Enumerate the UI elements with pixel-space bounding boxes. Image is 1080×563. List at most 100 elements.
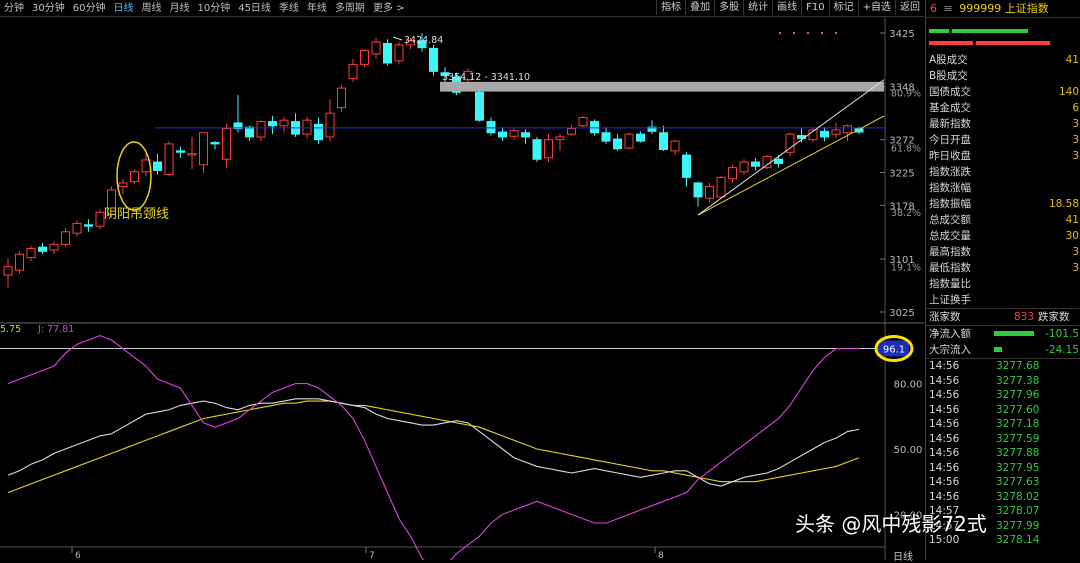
day-button[interactable]: 日线 (893, 548, 913, 563)
down-count-label: 跌家数 (1038, 311, 1070, 323)
stat-label: 最新指数 (929, 118, 971, 130)
tab-10[interactable]: 多周期 (331, 2, 369, 16)
tab-8[interactable]: 季线 (275, 2, 303, 16)
marker-dot (834, 31, 838, 35)
annotation-text: 阴阳吊颈线 (104, 207, 169, 222)
tick-time: 14:56 (929, 461, 960, 474)
flow-bar (994, 331, 1034, 336)
stat-value: 3 (1072, 118, 1079, 130)
stat-value: 3 (1072, 134, 1079, 146)
stat-row: A股成交 41 (926, 52, 1080, 68)
flow-label: 净流入额 (929, 328, 971, 340)
marker-dot (792, 31, 796, 35)
up-count-value: 833 (1014, 311, 1035, 323)
tool-button-4[interactable]: 画线 (772, 0, 801, 15)
stat-row: 最低指数 3 (926, 260, 1080, 276)
candle-body (279, 119, 289, 127)
flows-list: 净流入额 -101.5 大宗流入 -24.15 (926, 325, 1080, 358)
tab-7[interactable]: 45日线 (234, 2, 275, 16)
tick-row: 14:56 3277.38 (926, 374, 1080, 389)
tool-button-3[interactable]: 统计 (743, 0, 772, 15)
candle-body (95, 211, 105, 227)
chart-area[interactable]: 阴阳吊颈线 3424.84 3354.12 - 3341.10 3425 3348 32… (0, 17, 924, 563)
x-tick-label: 6 (75, 551, 81, 560)
candle-body (636, 133, 645, 142)
stat-label: 总成交量 (929, 230, 971, 242)
tool-button-8[interactable]: 返回 (895, 0, 924, 15)
stat-label: A股成交 (929, 54, 968, 66)
candle-body (49, 243, 59, 251)
kline-chart[interactable]: 阴阳吊颈线3424.843354.12 - 3341.10 3425334832… (0, 17, 924, 563)
stat-label: 指数振幅 (929, 198, 971, 210)
tick-time: 14:56 (929, 374, 960, 387)
pct-tick-label: 19.1% (891, 262, 921, 273)
stat-label: 昨日收盘 (929, 150, 971, 162)
tick-price: 3277.96 (996, 389, 1040, 401)
tab-0[interactable]: 分钟 (0, 2, 28, 16)
gap-band (440, 81, 884, 92)
tool-button-1[interactable]: 叠加 (685, 0, 714, 15)
tool-button-6[interactable]: 标记 (828, 0, 858, 15)
candle-body (222, 128, 231, 160)
tick-time: 14:56 (929, 490, 960, 503)
stat-row: 国债成交 140 (926, 84, 1080, 100)
stat-row: 指数振幅 18.58 (926, 196, 1080, 212)
candle-body (682, 154, 691, 178)
candle-body (61, 231, 70, 245)
stat-row: 指数涨跌 (926, 164, 1080, 180)
tick-price: 3277.88 (996, 447, 1040, 459)
y-tick-label: 3425 (889, 29, 914, 40)
tab-5[interactable]: 月线 (165, 2, 193, 16)
candle-body (348, 63, 358, 79)
marker-value: 96.1 (883, 345, 905, 356)
candle-body (739, 161, 749, 173)
menu-icon[interactable]: ≡ (944, 2, 953, 15)
tick-row: 14:56 3278.02 (926, 490, 1080, 505)
stat-label: 基金成交 (929, 102, 971, 114)
flow-value: -24.15 (1045, 344, 1079, 356)
tick-price: 3277.95 (996, 461, 1040, 474)
pct-tick-label: 80.9% (891, 89, 921, 100)
candle-body (762, 155, 772, 169)
tool-button-7[interactable]: +自选 (857, 0, 895, 15)
tick-row: 14:56 3277.60 (926, 403, 1080, 418)
red-bar-2 (976, 41, 1050, 45)
axis-labels: 342533483272322531783101302580.9%61.8%38… (0, 29, 922, 561)
tab-9[interactable]: 年线 (303, 2, 331, 16)
stat-label: 今日开盘 (929, 134, 971, 146)
volume-bars (926, 18, 1080, 52)
tool-button-5[interactable]: F10 (801, 0, 828, 15)
tab-6[interactable]: 10分钟 (193, 2, 234, 16)
tool-button-0[interactable]: 指标 (656, 0, 685, 15)
tab-11[interactable]: 更多 > (369, 2, 409, 16)
tick-time: 14:56 (929, 447, 960, 459)
candle-body (567, 128, 576, 135)
tab-4[interactable]: 周线 (137, 2, 165, 16)
stat-label: 上证换手 (929, 294, 971, 306)
grid-lines (0, 17, 924, 560)
tool-button-2[interactable]: 多股 (714, 0, 743, 15)
tick-price: 3277.99 (996, 519, 1040, 532)
candle-body (774, 158, 783, 164)
tick-time: 14:56 (929, 418, 960, 430)
trendline-white (697, 79, 885, 216)
stat-value: 3 (1072, 246, 1079, 258)
flow-label: 大宗流入 (929, 344, 971, 356)
tick-time: 14:56 (929, 432, 960, 445)
candle-body (314, 123, 323, 141)
period-toolbar: 分钟 30分钟 60分钟 日线 周线 月线 10分钟 45日线 季线 年线 多周期 更多 > 指标 叠加… (0, 0, 924, 17)
tab-1[interactable]: 30分钟 (28, 2, 69, 16)
candle-body (751, 161, 760, 167)
candlesticks (3, 33, 864, 288)
tab-2[interactable]: 60分钟 (69, 2, 110, 16)
stat-label: 指数涨幅 (929, 182, 971, 194)
green-bar-1 (929, 29, 949, 33)
candle-body (843, 125, 852, 134)
pct-tick-label: 61.8% (891, 144, 921, 155)
tick-price: 3277.60 (996, 403, 1040, 416)
tab-3[interactable]: 日线 (109, 2, 137, 16)
stat-label: 指数量比 (929, 278, 971, 290)
candle-body (613, 138, 622, 150)
high-pointer (392, 36, 403, 41)
candle-body (325, 112, 335, 138)
